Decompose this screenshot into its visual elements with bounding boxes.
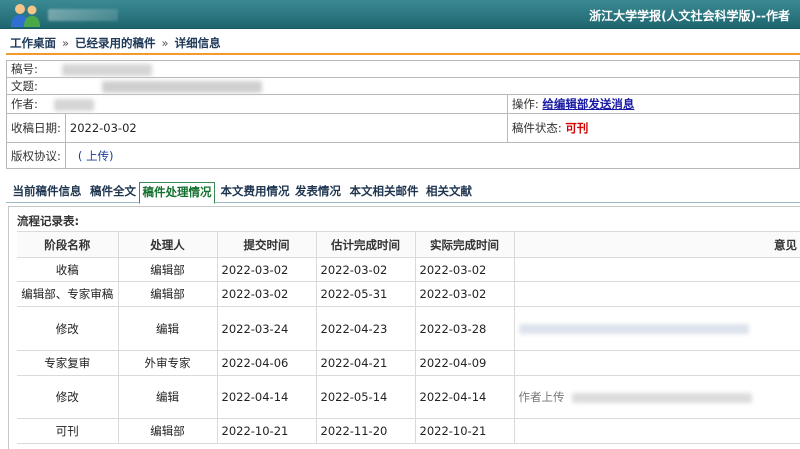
actual-cell: 2022-03-02 bbox=[415, 281, 515, 307]
blurred-opinion bbox=[518, 324, 749, 334]
table-row: 可刊 编辑部 2022-10-21 2022-11-20 2022-10-21 bbox=[17, 418, 800, 444]
submitted-cell: 2022-03-02 bbox=[217, 257, 317, 282]
opinion-cell bbox=[514, 306, 800, 351]
author-label: 作者: bbox=[11, 97, 38, 111]
operation-label: 操作: bbox=[511, 97, 539, 111]
estimated-cell: 2022-11-20 bbox=[316, 418, 416, 444]
status-cell: 稿件状态: 可刊 bbox=[506, 113, 800, 143]
table-row: 专家复审 外审专家 2022-04-06 2022-04-21 2022-04-… bbox=[17, 350, 800, 376]
handler-cell: 编辑部 bbox=[118, 418, 218, 444]
breadcrumb-current: 详细信息 bbox=[174, 36, 221, 50]
actual-cell: 2022-03-02 bbox=[415, 257, 515, 282]
estimated-cell: 2022-03-02 bbox=[316, 257, 416, 282]
opinion-cell: 作者上传 bbox=[514, 375, 800, 419]
submitted-cell: 2022-03-02 bbox=[217, 281, 317, 307]
stage-cell: 修改 bbox=[17, 375, 119, 419]
col-stage: 阶段名称 bbox=[17, 231, 119, 258]
tab-publication[interactable]: 发表情况 bbox=[293, 182, 343, 203]
tab-current-info[interactable]: 当前稿件信息 bbox=[6, 182, 88, 203]
handler-cell: 编辑 bbox=[118, 375, 218, 419]
actual-cell: 2022-04-14 bbox=[415, 375, 515, 419]
estimated-cell: 2022-04-21 bbox=[316, 350, 416, 376]
table-row: 收稿 编辑部 2022-03-02 2022-03-02 2022-03-02 bbox=[17, 257, 800, 282]
records-table: 阶段名称 处理人 提交时间 估计完成时间 实际完成时间 意见 收稿 编辑部 20… bbox=[17, 231, 800, 444]
title-label: 文题: bbox=[11, 79, 38, 93]
estimated-cell: 2022-05-14 bbox=[316, 375, 416, 419]
status-badge: 可刊 bbox=[565, 121, 589, 135]
table-row: 修改 编辑 2022-04-14 2022-05-14 2022-04-14 作… bbox=[17, 375, 800, 419]
id-label: 稿号: bbox=[11, 62, 38, 76]
opinion-cell bbox=[514, 418, 800, 444]
manuscript-info-table: 稿号: 文题: 作者: 操作: 给编辑部发送消息 收稿日期: 2022-03-0… bbox=[6, 60, 800, 169]
received-value: 2022-03-02 bbox=[64, 113, 508, 143]
submitted-cell: 2022-04-06 bbox=[217, 350, 317, 376]
handler-cell: 编辑部 bbox=[118, 281, 218, 307]
blurred-author bbox=[53, 98, 94, 111]
received-label: 收稿日期: bbox=[6, 113, 66, 143]
tab-processing[interactable]: 稿件处理情况 bbox=[139, 182, 215, 204]
blurred-username bbox=[48, 9, 118, 21]
estimated-cell: 2022-05-31 bbox=[316, 281, 416, 307]
col-estimated: 估计完成时间 bbox=[316, 231, 416, 258]
opinion-cell bbox=[514, 350, 800, 376]
col-handler: 处理人 bbox=[118, 231, 218, 258]
copyright-cell: ( 上传) bbox=[64, 142, 800, 169]
table-row: 修改 编辑 2022-03-24 2022-04-23 2022-03-28 bbox=[17, 306, 800, 351]
tab-fees[interactable]: 本文费用情况 bbox=[218, 182, 292, 203]
submitted-cell: 2022-10-21 bbox=[217, 418, 317, 444]
actual-cell: 2022-04-09 bbox=[415, 350, 515, 376]
id-row: 稿号: bbox=[6, 60, 800, 78]
breadcrumb-workdesk[interactable]: 工作桌面 bbox=[10, 36, 56, 50]
status-label: 稿件状态: bbox=[511, 121, 562, 135]
stage-cell: 修改 bbox=[17, 306, 119, 351]
stage-cell: 编辑部、专家审稿 bbox=[17, 281, 119, 307]
actual-cell: 2022-03-28 bbox=[415, 306, 515, 351]
breadcrumb-accepted[interactable]: 已经录用的稿件 bbox=[75, 36, 156, 50]
send-message-link[interactable]: 给编辑部发送消息 bbox=[542, 97, 634, 111]
records-panel: 流程记录表: 阶段名称 处理人 提交时间 估计完成时间 实际完成时间 意见 收稿… bbox=[8, 206, 800, 449]
breadcrumb: 工作桌面 » 已经录用的稿件 » 详细信息 bbox=[10, 35, 221, 50]
submitted-cell: 2022-04-14 bbox=[217, 375, 317, 419]
blurred-id bbox=[61, 63, 152, 76]
author-cell: 作者: bbox=[6, 94, 508, 114]
stage-cell: 可刊 bbox=[17, 418, 119, 444]
site-title: 浙江大学学报(人文社会科学版)--作者 bbox=[589, 9, 790, 23]
actual-cell: 2022-10-21 bbox=[415, 418, 515, 444]
blurred-title bbox=[101, 80, 262, 93]
breadcrumb-separator: » bbox=[62, 36, 70, 50]
stage-cell: 收稿 bbox=[17, 257, 119, 282]
tab-fulltext[interactable]: 稿件全文 bbox=[88, 182, 138, 203]
col-actual: 实际完成时间 bbox=[415, 231, 515, 258]
handler-cell: 编辑 bbox=[118, 306, 218, 351]
copyright-label: 版权协议: bbox=[6, 142, 66, 169]
opinion-cell bbox=[514, 257, 800, 282]
operation-cell: 操作: 给编辑部发送消息 bbox=[506, 94, 800, 114]
table-row: 编辑部、专家审稿 编辑部 2022-03-02 2022-05-31 2022-… bbox=[17, 281, 800, 307]
handler-cell: 外审专家 bbox=[118, 350, 218, 376]
opinion-text: 作者上传 bbox=[518, 390, 565, 404]
breadcrumb-separator: » bbox=[161, 36, 169, 50]
tab-bar: 当前稿件信息 稿件全文 稿件处理情况 本文费用情况 发表情况 本文相关邮件 相关… bbox=[6, 182, 800, 204]
records-title: 流程记录表: bbox=[17, 214, 80, 228]
users-icon bbox=[11, 4, 40, 27]
top-header-bar: 浙江大学学报(人文社会科学版)--作者 bbox=[0, 0, 800, 29]
col-opinion: 意见 bbox=[514, 231, 800, 258]
estimated-cell: 2022-04-23 bbox=[316, 306, 416, 351]
submitted-cell: 2022-03-24 bbox=[217, 306, 317, 351]
tab-references[interactable]: 相关文献 bbox=[424, 182, 474, 203]
tab-emails[interactable]: 本文相关邮件 bbox=[347, 182, 421, 203]
stage-cell: 专家复审 bbox=[17, 350, 119, 376]
handler-cell: 编辑部 bbox=[118, 257, 218, 282]
accent-divider bbox=[6, 53, 800, 55]
col-submitted: 提交时间 bbox=[217, 231, 317, 258]
title-row: 文题: bbox=[6, 77, 800, 95]
blurred-opinion bbox=[572, 392, 753, 403]
copyright-upload-link[interactable]: ( 上传) bbox=[78, 149, 114, 163]
opinion-cell bbox=[514, 281, 800, 307]
